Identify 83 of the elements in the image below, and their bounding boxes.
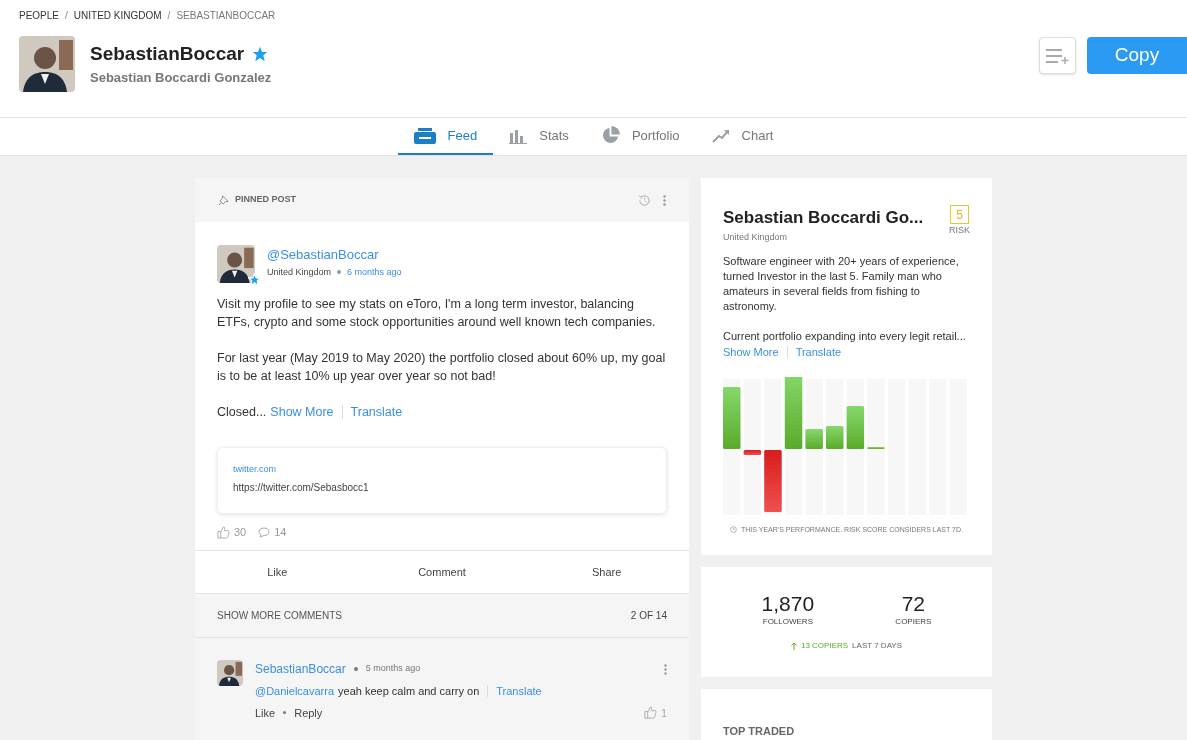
copiers-trend-period: LAST 7 DAYS [852, 640, 903, 652]
copiers-label: COPIERS [895, 616, 932, 628]
history-icon[interactable] [638, 193, 651, 207]
arrow-up-icon [790, 642, 797, 650]
pinned-label: PINNED POST [235, 193, 296, 207]
trend-icon [711, 127, 730, 144]
translate-link[interactable]: Translate [350, 403, 403, 421]
followers-count: 1,870 [761, 592, 815, 616]
post-action-button[interactable]: Share [524, 551, 689, 593]
list-plus-icon [1045, 46, 1070, 65]
show-more-link[interactable]: Show More [723, 344, 779, 361]
add-to-list-button[interactable] [1039, 37, 1076, 74]
tab[interactable]: Portfolio [584, 118, 696, 155]
performance-bar [764, 449, 782, 512]
post-text: Closed... [217, 404, 267, 421]
profile-country: United Kingdom [723, 230, 789, 244]
copy-button[interactable]: Copy [1087, 37, 1187, 74]
copiers-trend-count: 13 COPIERS [800, 640, 849, 652]
performance-bar [723, 386, 741, 449]
like-count: 30 [234, 524, 247, 540]
profile-bio: Current portfolio expanding into every legit retail... [723, 329, 967, 344]
post-action-button[interactable]: Like [195, 551, 360, 593]
link-preview-card[interactable]: twitter.com https://twitter.com/Sebasbocc1 [217, 447, 667, 514]
bar-chart-icon [509, 127, 528, 144]
post-time: 6 months ago [347, 265, 402, 279]
post-action-button[interactable]: Comment [359, 551, 525, 593]
tab[interactable]: Stats [493, 118, 585, 155]
tab[interactable]: Feed [397, 118, 494, 155]
reply-link[interactable]: Reply [294, 704, 323, 721]
comment-time: 5 months ago [365, 662, 421, 676]
thumbs-up-icon [217, 525, 230, 539]
dot-separator [353, 667, 358, 671]
more-options-icon[interactable] [664, 663, 667, 675]
translate-link[interactable]: Translate [496, 683, 542, 700]
performance-bar [846, 405, 865, 449]
pin-icon [218, 194, 229, 206]
mention-link[interactable]: @Danielcavarra [255, 683, 335, 700]
profile-name: Sebastian Boccardi Go... [723, 207, 924, 229]
thumbs-up-icon [643, 706, 657, 720]
comment-author-link[interactable]: SebastianBoccar [255, 660, 346, 678]
comment-text: yeah keep calm and carry on [338, 684, 480, 699]
star-icon [248, 273, 261, 286]
breadcrumb-separator: / [65, 9, 68, 23]
link-url: https://twitter.com/Sebasbocc1 [233, 480, 370, 495]
top-traded-title: TOP TRADED [723, 725, 795, 737]
risk-label: RISK [949, 224, 970, 237]
performance-bar [826, 425, 844, 449]
avatar [19, 35, 75, 92]
performance-bar [805, 428, 823, 449]
comment-count: 14 [274, 524, 287, 540]
avatar [217, 660, 243, 686]
breadcrumb-separator: / [167, 9, 171, 23]
comment-like-count: 1 [660, 705, 667, 721]
breadcrumb-link[interactable]: SEBASTIANBOCCAR [176, 8, 276, 23]
shown-comments-count: 2 OF 14 [630, 609, 667, 623]
author-country: United Kingdom [267, 265, 332, 279]
pie-chart-icon [600, 126, 620, 145]
copiers-count: 72 [901, 592, 926, 616]
breadcrumb-link[interactable]: UNITED KINGDOM [73, 8, 162, 23]
breadcrumb-link[interactable]: PEOPLE [19, 8, 60, 23]
clock-icon [730, 526, 737, 534]
post-text: Visit my profile to see my stats on eToro, I'm a long term investor, balancing ETFs, crypto and some stock opportunities around well known tech companies. [217, 296, 657, 331]
more-options-icon[interactable] [663, 194, 666, 206]
performance-bar [867, 446, 885, 449]
dot-separator [337, 270, 342, 275]
translate-link[interactable]: Translate [795, 344, 842, 361]
profile-bio: Software engineer with 20+ years of experience, turned Investor in the last 5. Family man who amateurs in several fields from fishing to astronomy. [723, 254, 960, 314]
post-text: For last year (May 2019 to May 2020) the portfolio closed about 60% up, my goal is to be at least 10% up year over year so not bad! [217, 350, 667, 385]
full-name: Sebastian Boccardi Gonzalez [90, 69, 272, 87]
like-link[interactable]: Like [255, 704, 276, 721]
followers-label: FOLLOWERS [762, 616, 813, 628]
author-link[interactable]: @SebastianBoccar [267, 245, 402, 265]
avatar [217, 245, 255, 283]
risk-score: 5 [950, 205, 969, 224]
show-more-link[interactable]: Show More [270, 403, 334, 421]
show-more-comments-link[interactable]: SHOW MORE COMMENTS [217, 608, 342, 623]
performance-bar [743, 449, 762, 455]
feed-icon [413, 127, 436, 144]
username: SebastianBoccar [90, 41, 245, 66]
tab[interactable]: Chart [695, 118, 790, 155]
link-domain: twitter.com [233, 463, 277, 476]
comment-icon [258, 526, 271, 538]
dot-separator [283, 711, 287, 715]
